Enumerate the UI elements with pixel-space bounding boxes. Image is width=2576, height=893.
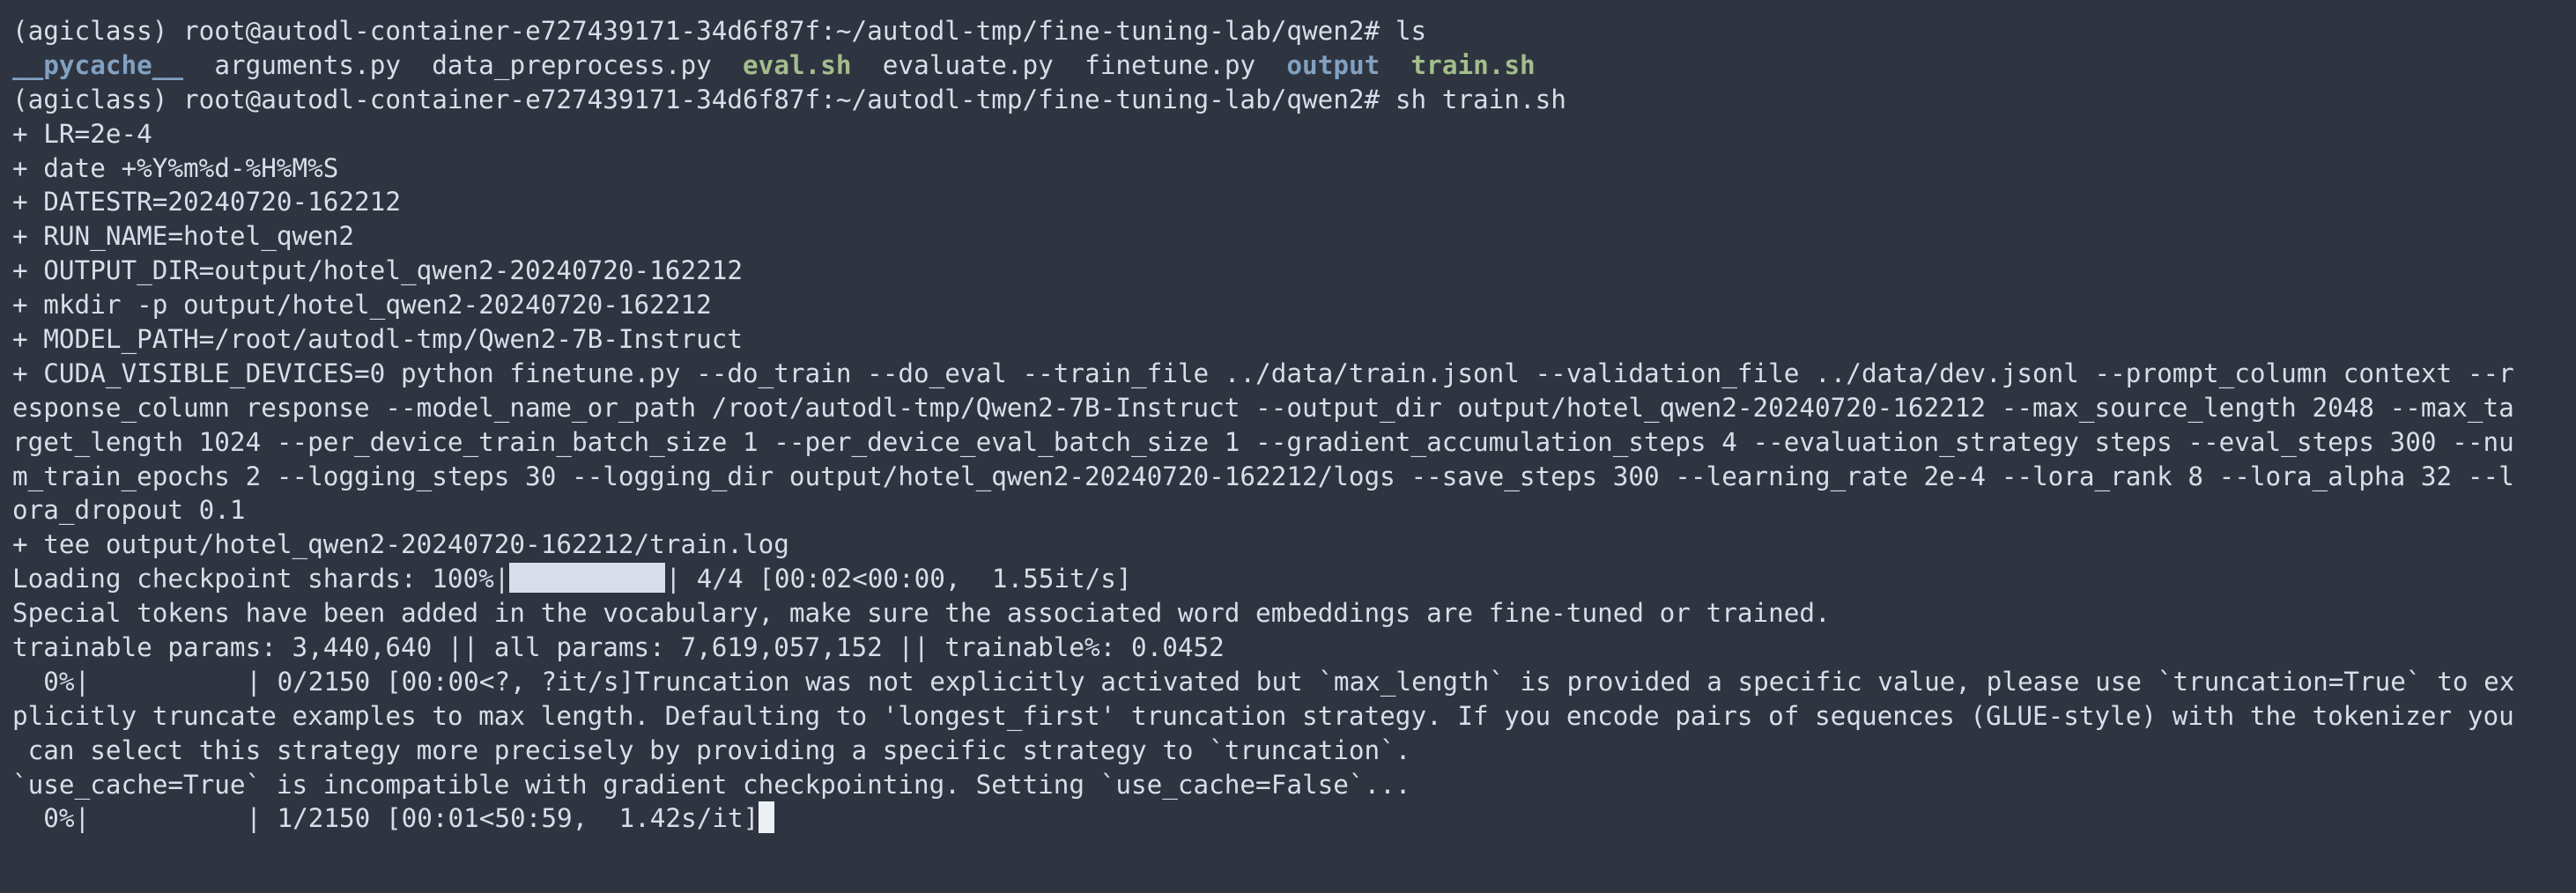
text-cursor [759, 801, 775, 834]
warning-line: plicitly truncate examples to max length… [12, 700, 2514, 731]
trainable-params-line: trainable params: 3,440,640 || all param… [12, 632, 1225, 663]
dir-output: output [1286, 49, 1381, 80]
command-sh-train: sh train.sh [1395, 84, 1566, 114]
cuda-command-line: esponse_column response --model_name_or_… [12, 392, 2514, 423]
warning-line: can select this strategy more precisely … [12, 734, 1411, 765]
command-ls: ls [1395, 16, 1427, 46]
trace-line: + date +%Y%m%d-%H%M%S [12, 152, 339, 183]
conda-env: (agiclass) [12, 84, 168, 114]
loading-suffix: | 4/4 [00:02<00:00, 1.55it/s] [665, 564, 1132, 594]
conda-env: (agiclass) [12, 16, 168, 46]
prompt-line-ls: (agiclass) root@autodl-container-e727439… [12, 14, 2564, 48]
trace-line: + MODEL_PATH=/root/autodl-tmp/Qwen2-7B-I… [12, 324, 743, 355]
special-tokens-line: Special tokens have been added in the vo… [12, 598, 1831, 629]
prompt-host-path: root@autodl-container-e727439171-34d6f87… [183, 84, 1381, 114]
terminal-window[interactable]: (agiclass) root@autodl-container-e727439… [0, 0, 2576, 893]
cuda-command-line: rget_length 1024 --per_device_train_batc… [12, 426, 2514, 457]
ls-output: __pycache__ arguments.py data_preprocess… [12, 48, 2564, 83]
file-finetune: finetune.py [1084, 49, 1256, 80]
trace-line: + DATESTR=20240720-162212 [12, 187, 401, 218]
train-progress-bar-empty [90, 666, 246, 696]
progress-suffix: | 0/2150 [00:00<?, ?it/s]Truncation was … [246, 666, 2515, 697]
loading-shards-line: Loading checkpoint shards: 100%| | 4/4 [0… [12, 562, 2564, 596]
file-eval-sh: eval.sh [743, 49, 852, 80]
prompt-line-sh: (agiclass) root@autodl-container-e727439… [12, 83, 2564, 117]
train-progress-line-0: 0%| | 0/2150 [00:00<?, ?it/s]Truncation w… [12, 665, 2564, 699]
file-evaluate: evaluate.py [882, 49, 1054, 80]
prompt-host-path: root@autodl-container-e727439171-34d6f87… [183, 16, 1381, 46]
file-arguments: arguments.py [214, 49, 401, 80]
shards-progress-bar [509, 563, 666, 594]
progress-percent: 0%| [12, 803, 91, 834]
cuda-command-line: m_train_epochs 2 --logging_steps 30 --lo… [12, 461, 2514, 491]
trace-line: + LR=2e-4 [12, 118, 152, 149]
tee-command-line: + tee output/hotel_qwen2-20240720-162212… [12, 529, 789, 560]
cuda-command-line: + CUDA_VISIBLE_DEVICES=0 python finetune… [12, 358, 2514, 388]
trace-line: + mkdir -p output/hotel_qwen2-20240720-1… [12, 290, 712, 321]
loading-prefix: Loading checkpoint shards: 100%| [12, 564, 510, 594]
trace-line: + RUN_NAME=hotel_qwen2 [12, 221, 355, 252]
progress-suffix: | 1/2150 [00:01<50:59, 1.42s/it] [246, 803, 759, 834]
train-progress-line-1: 0%| | 1/2150 [00:01<50:59, 1.42s/it] [12, 801, 2564, 836]
progress-percent: 0%| [12, 666, 91, 697]
cuda-command-line: ora_dropout 0.1 [12, 495, 246, 526]
file-train-sh: train.sh [1410, 49, 1536, 80]
use-cache-warning-line: `use_cache=True` is incompatible with gr… [12, 769, 1411, 800]
trace-line: + OUTPUT_DIR=output/hotel_qwen2-20240720… [12, 255, 743, 286]
train-progress-bar-empty [90, 802, 246, 832]
file-data-preprocess: data_preprocess.py [432, 49, 712, 80]
dir-pycache: __pycache__ [12, 49, 184, 80]
